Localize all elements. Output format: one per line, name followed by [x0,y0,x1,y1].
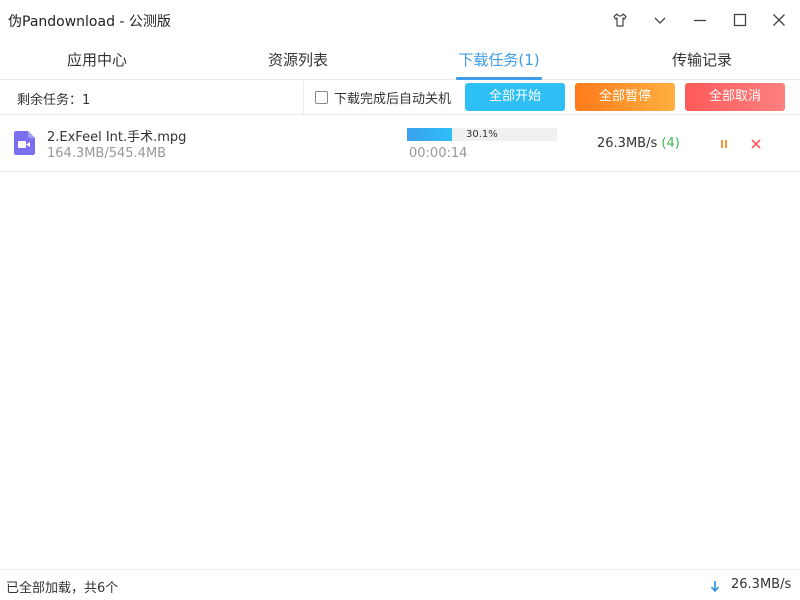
speed-value: 26.3MB/s [597,136,658,151]
auto-shutdown-option[interactable]: 下载完成后自动关机 [315,88,451,107]
minimize-icon[interactable] [688,8,712,32]
download-toolbar: 剩余任务：1 下载完成后自动关机 全部开始 全部暂停 全部取消 [0,81,800,115]
start-all-button[interactable]: 全部开始 [465,83,565,111]
auto-shutdown-checkbox[interactable] [315,91,328,104]
download-task-row[interactable]: 2.ExFeel Int.手术.mpg 164.3MB/545.4MB 30.1… [0,115,800,172]
file-name: 2.ExFeel Int.手术.mpg [47,130,187,145]
elapsed-time: 00:00:14 [409,146,468,161]
maximize-icon[interactable] [728,8,752,32]
main-tabs: 应用中心 资源列表 下载任务(1) 传输记录 [0,40,800,80]
download-arrow-icon [709,579,721,593]
progress-percent: 30.1% [466,129,498,140]
cancel-all-button[interactable]: 全部取消 [685,83,785,111]
close-icon[interactable] [767,8,791,32]
app-title: 伪Pandownload - 公测版 [8,14,171,30]
connection-count: (4) [661,136,680,151]
file-size: 164.3MB/545.4MB [47,146,167,161]
active-tab-indicator [456,77,542,80]
title-bar: 伪Pandownload - 公测版 [0,0,800,40]
download-speed: 26.3MB/s (4) [597,136,680,151]
video-file-icon [14,131,35,155]
status-bar: 已全部加载，共6个 26.3MB/s [0,569,800,600]
tab-transfer-history[interactable]: 传输记录 [652,40,752,80]
remaining-tasks-label: 剩余任务：1 [17,93,91,108]
tab-resource-list[interactable]: 资源列表 [248,40,348,80]
pause-all-button[interactable]: 全部暂停 [575,83,675,111]
cancel-icon[interactable] [748,136,764,152]
auto-shutdown-label: 下载完成后自动关机 [334,92,452,107]
toolbar-divider [303,81,304,115]
app-window: 伪Pandownload - 公测版 应用中心 资源列表 下载任务(1) 传输记… [0,0,800,600]
chevron-down-icon[interactable] [648,8,672,32]
tab-download-tasks[interactable]: 下载任务(1) [449,40,549,80]
tshirt-icon[interactable] [608,8,632,32]
pause-icon[interactable] [716,136,732,152]
status-text: 已全部加载，共6个 [6,581,119,596]
progress-fill [407,128,453,141]
total-speed: 26.3MB/s [731,577,792,592]
tab-app-center[interactable]: 应用中心 [47,40,147,80]
